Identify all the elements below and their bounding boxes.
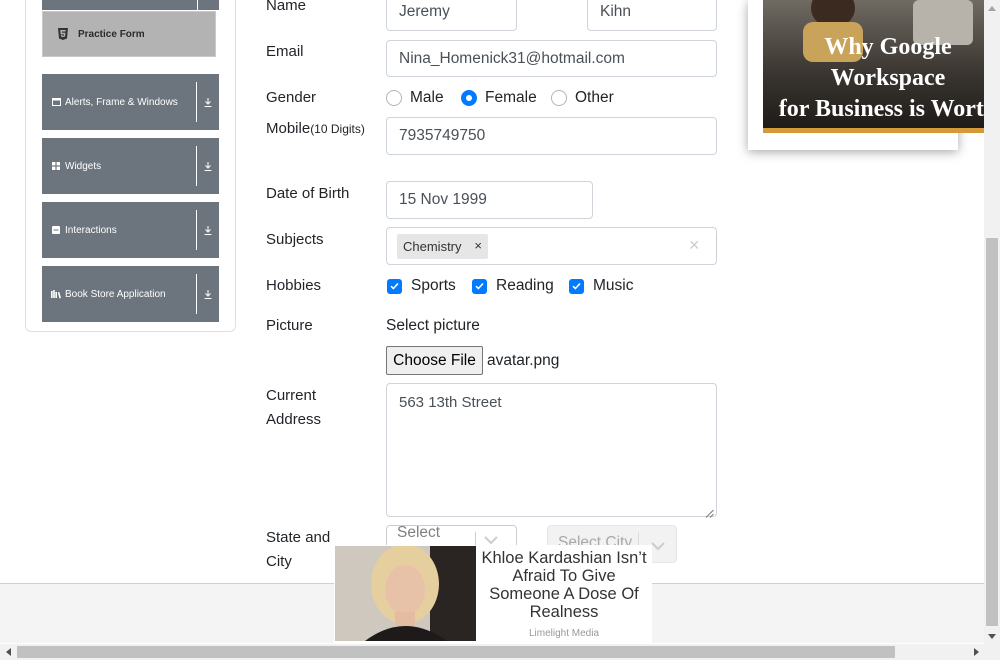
hobby-checkbox-reading[interactable]: Reading: [472, 276, 554, 296]
state-placeholder: Select: [397, 525, 441, 541]
gender-radio-male[interactable]: Male: [386, 88, 444, 108]
vertical-scrollbar[interactable]: [984, 0, 1000, 644]
divider: [196, 82, 197, 122]
state-city-label-line-1: State and: [266, 529, 331, 546]
download-icon: [203, 160, 213, 172]
clear-icon[interactable]: ×: [689, 235, 700, 256]
sidebar-item-practice-form[interactable]: Practice Form: [42, 11, 216, 57]
sidebar-group-interactions[interactable]: Interactions: [42, 202, 219, 258]
last-name-input[interactable]: Kihn: [587, 0, 717, 31]
divider: [196, 210, 197, 250]
checkbox-checked[interactable]: [387, 278, 402, 294]
dob-value: 15 Nov 1999: [399, 191, 487, 208]
email-field[interactable]: Nina_Homenick31@hotmail.com: [386, 40, 717, 77]
hobby-checkbox-music[interactable]: Music: [569, 276, 633, 296]
horizontal-scrollbar-thumb[interactable]: [17, 646, 895, 658]
html5-icon: [57, 28, 68, 40]
ad-source: Limelight Media: [528, 628, 600, 639]
file-name: avatar.png: [487, 352, 560, 369]
mobile-label: Mobile(10 Digits): [266, 118, 376, 140]
resize-handle-icon[interactable]: [705, 505, 714, 518]
download-icon: [203, 96, 213, 108]
download-icon: [203, 288, 213, 300]
ad-headline: Why Google Workspace for Business is Wor…: [778, 34, 985, 133]
scroll-right-icon[interactable]: [968, 644, 984, 660]
sidebar-group-label: Book Store Application: [65, 288, 166, 300]
last-name-value: Kihn: [600, 3, 632, 20]
first-name-input[interactable]: Jeremy: [386, 0, 517, 31]
current-address-textarea[interactable]: 563 13th Street: [386, 383, 717, 518]
picture-label: Picture: [266, 317, 313, 334]
bottom-ad[interactable]: Khloe Kardashian Isn’t Afraid To Give So…: [334, 545, 652, 643]
hobby-label: Sports: [411, 277, 456, 294]
divider: [716, 235, 717, 257]
current-address-label: Current Address: [266, 384, 321, 432]
download-icon: [203, 224, 213, 236]
ad-photo: [335, 546, 476, 641]
mobile-value: 7935749750: [399, 127, 486, 144]
mobile-input[interactable]: 7935749750: [386, 117, 717, 155]
dob-label: Date of Birth: [266, 185, 350, 202]
horizontal-scrollbar[interactable]: [0, 644, 1000, 660]
mobile-hint: (10 Digits): [310, 122, 365, 136]
first-name-value: Jeremy: [399, 3, 450, 20]
window-icon: [51, 97, 61, 107]
choose-file-button[interactable]: Choose File: [386, 346, 483, 375]
vertical-scrollbar-thumb[interactable]: [986, 238, 998, 626]
scroll-down-icon[interactable]: [984, 628, 1000, 644]
grid-icon: [51, 161, 61, 171]
hobby-label: Music: [593, 277, 634, 294]
checkbox-checked[interactable]: [569, 278, 584, 294]
subjects-label: Subjects: [266, 231, 324, 248]
sidebar-group-label: Widgets: [65, 160, 102, 172]
scroll-up-icon[interactable]: [984, 0, 1000, 16]
sidebar-group-alerts[interactable]: Alerts, Frame & Windows: [42, 74, 219, 130]
book-icon: [51, 289, 61, 299]
sidebar-item-label: Practice Form: [78, 28, 145, 40]
gender-radio-other[interactable]: Other: [551, 88, 614, 108]
sidebar-group-book-store[interactable]: Book Store Application: [42, 266, 219, 322]
hobbies-label: Hobbies: [266, 277, 322, 294]
subject-chip-label: Chemistry: [403, 239, 462, 254]
ad-title: Khloe Kardashian Isn’t Afraid To Give So…: [481, 549, 647, 621]
select-picture-label: Select picture: [386, 317, 480, 334]
list-icon: [51, 225, 61, 235]
divider: [196, 274, 197, 314]
email-label: Email: [266, 43, 304, 60]
address-label-line-2: Address: [266, 411, 322, 428]
state-city-label-line-2: City: [266, 553, 292, 570]
date-of-birth-input[interactable]: 15 Nov 1999: [386, 181, 593, 219]
radio-button[interactable]: [386, 90, 402, 106]
hobby-label: Reading: [496, 277, 554, 294]
divider: [196, 146, 197, 186]
ad-accent-bar: [763, 128, 985, 133]
address-label-line-1: Current: [266, 387, 317, 404]
state-city-label: State and City: [266, 526, 330, 574]
gender-radio-female[interactable]: Female: [461, 88, 537, 108]
sidebar-group-label: Alerts, Frame & Windows: [65, 96, 178, 108]
email-value: Nina_Homenick31@hotmail.com: [399, 49, 625, 67]
address-value: 563 13th Street: [399, 394, 502, 411]
gender-label: Gender: [266, 89, 317, 106]
sidebar-group-label: Interactions: [65, 224, 117, 236]
ad-image[interactable]: Why Google Workspace for Business is Wor…: [763, 0, 985, 133]
scroll-left-icon[interactable]: [0, 644, 16, 660]
gender-option-label: Male: [410, 89, 444, 106]
checkbox-checked[interactable]: [472, 278, 487, 294]
sidebar-group-widgets[interactable]: Widgets: [42, 138, 219, 194]
gender-option-label: Female: [485, 89, 537, 106]
hobby-checkbox-sports[interactable]: Sports: [387, 276, 456, 296]
mobile-label-text: Mobile: [266, 120, 311, 137]
subject-chip: Chemistry ×: [397, 234, 488, 259]
chip-remove-icon[interactable]: ×: [474, 238, 482, 253]
name-label: Name: [266, 0, 307, 14]
gender-option-label: Other: [575, 89, 614, 106]
radio-button[interactable]: [551, 90, 567, 106]
chevron-down-icon: [651, 538, 665, 556]
radio-button-selected[interactable]: [461, 90, 477, 106]
sidebar-group-forms-stub[interactable]: [42, 0, 219, 10]
